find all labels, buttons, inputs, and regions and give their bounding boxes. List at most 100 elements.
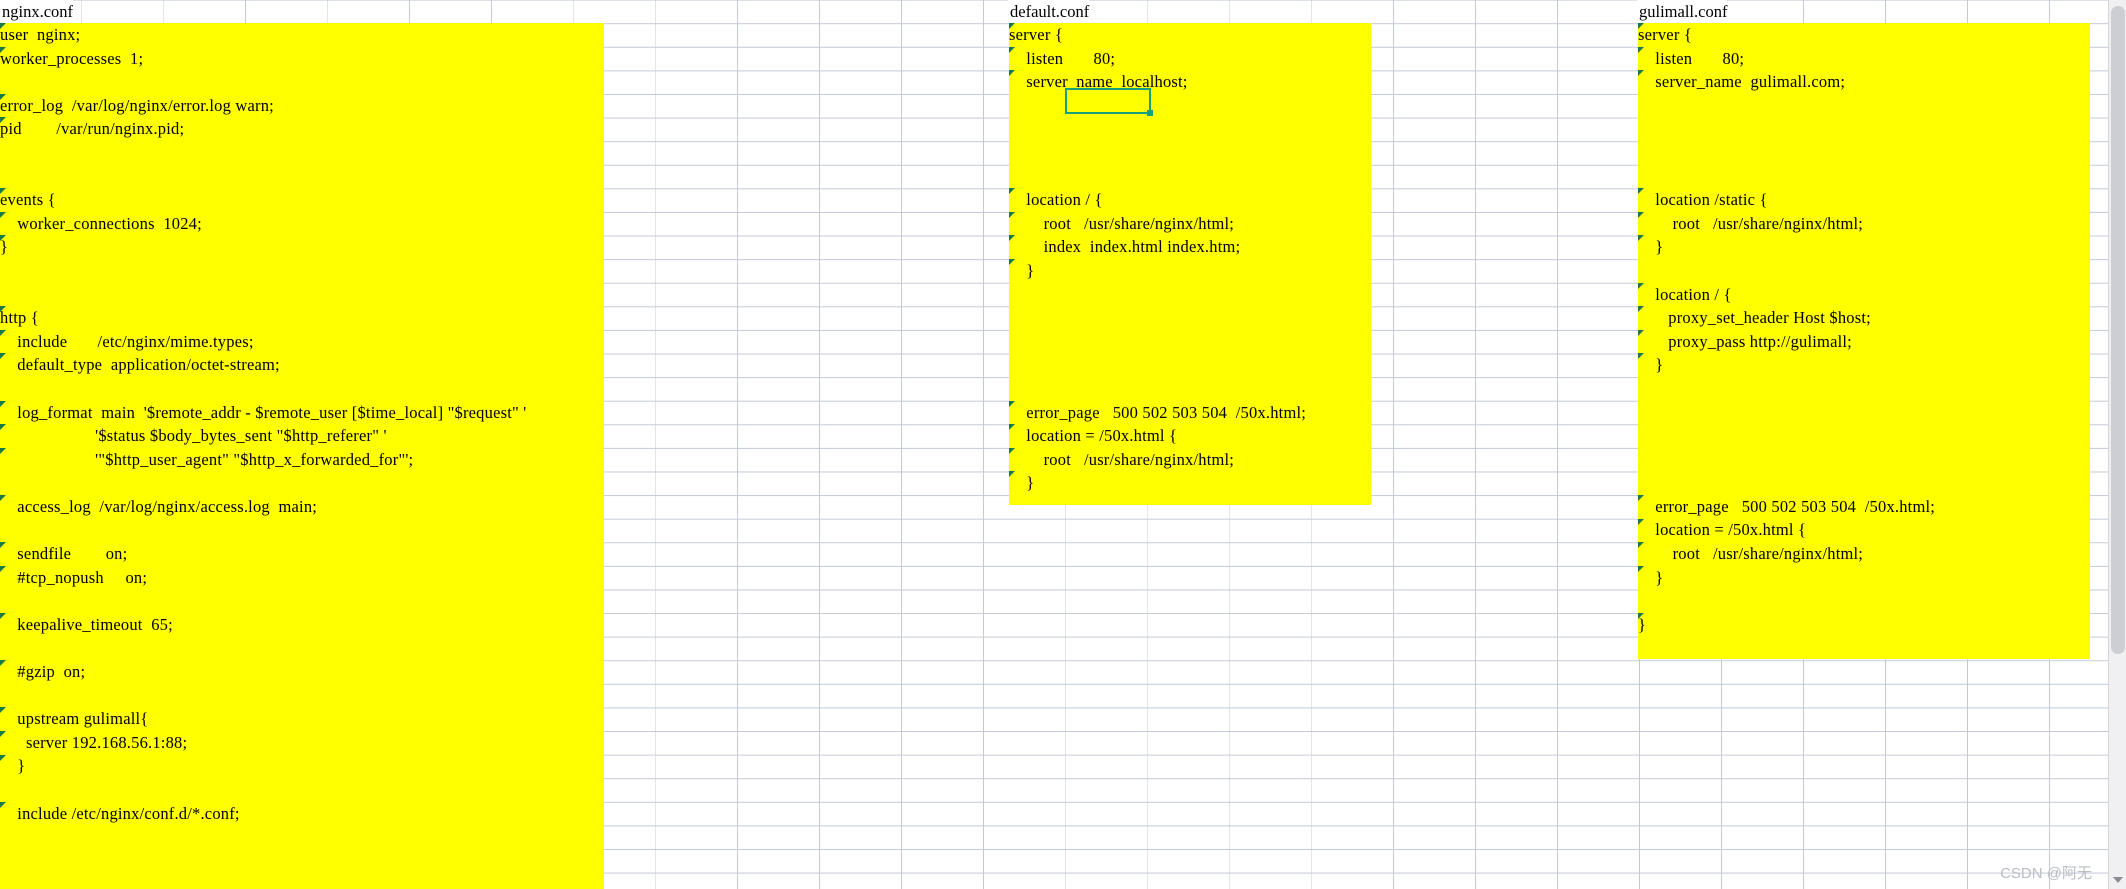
cell-error-indicator-icon <box>1009 259 1015 265</box>
cell-error-indicator-icon <box>0 542 6 549</box>
config-line: server { <box>1009 25 1063 44</box>
config-line: '"$http_user_agent" "$http_x_forwarded_f… <box>0 449 414 469</box>
config-line: error_page 500 502 503 504 /50x.html; <box>1638 496 1936 516</box>
config-line: #gzip on; <box>0 662 86 682</box>
chevron-down-icon[interactable] <box>2113 877 2123 883</box>
config-line: include /etc/nginx/conf.d/*.conf; <box>0 803 240 823</box>
cell-error-indicator-icon <box>0 329 6 336</box>
config-line <box>1638 471 2090 495</box>
config-line <box>1638 141 2090 165</box>
cell-error-indicator-icon <box>0 235 6 242</box>
cell-error-indicator-icon <box>0 565 6 572</box>
spreadsheet-canvas[interactable]: nginx.conf default.conf gulimall.conf us… <box>0 0 2126 889</box>
cell-error-indicator-icon <box>0 754 6 761</box>
config-line: root /usr/share/nginx/html; <box>1638 544 1864 564</box>
config-line <box>0 259 604 283</box>
cell-error-indicator-icon <box>0 353 6 360</box>
config-line: upstream gulimall{ <box>0 709 149 729</box>
selection-fill-handle[interactable] <box>1147 110 1153 116</box>
cell-error-indicator-icon <box>0 211 6 218</box>
config-line: location = /50x.html { <box>1009 426 1178 446</box>
cell-error-indicator-icon <box>0 117 6 124</box>
config-line: } <box>1009 260 1035 280</box>
config-line <box>0 684 604 708</box>
config-line <box>1009 306 1371 330</box>
cell-error-indicator-icon <box>0 731 6 737</box>
config-line <box>1009 165 1371 189</box>
cell-error-indicator-icon <box>0 306 6 313</box>
filename-cell-default-conf[interactable]: default.conf <box>1008 0 1090 23</box>
config-line <box>0 636 604 660</box>
config-line: default_type application/octet-stream; <box>0 355 280 375</box>
cell-selection-box[interactable] <box>1065 88 1153 116</box>
cell-error-indicator-icon <box>1638 542 1644 549</box>
cell-error-indicator-icon <box>1009 188 1015 195</box>
config-line: } <box>1009 473 1035 493</box>
config-line: server { <box>1638 25 1692 44</box>
config-line: http { <box>0 308 39 328</box>
cell-error-indicator-icon <box>1638 188 1644 195</box>
config-line <box>1638 117 2090 141</box>
config-block-default-conf[interactable]: server { listen 80; server_name localhos… <box>1009 23 1371 505</box>
config-line: #tcp_nopush on; <box>0 567 148 587</box>
vertical-scrollbar[interactable] <box>2108 0 2126 889</box>
cell-error-indicator-icon <box>1009 46 1015 53</box>
config-line <box>1009 330 1371 354</box>
config-line: error_page 500 502 503 504 /50x.html; <box>1009 402 1307 422</box>
cell-error-indicator-icon <box>1638 495 1644 501</box>
cell-error-indicator-icon <box>1638 46 1644 53</box>
scrollbar-thumb[interactable] <box>2111 6 2125 654</box>
cell-error-indicator-icon <box>1009 23 1015 29</box>
config-line: } <box>1638 237 1664 257</box>
cell-error-indicator-icon <box>0 46 6 53</box>
config-line: } <box>0 756 26 776</box>
cell-error-indicator-icon <box>1009 400 1015 407</box>
config-line <box>1009 353 1371 377</box>
config-line <box>1638 401 2090 425</box>
config-line <box>1009 283 1371 307</box>
cell-error-indicator-icon <box>0 707 6 714</box>
config-block-nginx-conf[interactable]: user nginx; worker_processes 1; error_log… <box>0 23 604 889</box>
filename-cell-nginx-conf[interactable]: nginx.conf <box>0 0 74 23</box>
config-line <box>1009 94 1371 118</box>
cell-error-indicator-icon <box>1638 565 1644 572</box>
config-line: events { <box>0 190 56 210</box>
config-line: log_format main '$remote_addr - $remote_… <box>0 402 527 422</box>
config-line: location /static { <box>1638 190 1768 210</box>
config-line <box>1638 165 2090 189</box>
config-line <box>1638 424 2090 448</box>
cell-error-indicator-icon <box>0 613 6 619</box>
config-line: include /etc/nginx/mime.types; <box>0 331 254 351</box>
cell-error-indicator-icon <box>1009 447 1015 454</box>
config-line: '$status $body_bytes_sent "$http_referer… <box>0 426 387 446</box>
config-line <box>1638 259 2090 283</box>
config-line: user nginx; <box>0 25 81 44</box>
config-line: server_name localhost; <box>1009 72 1188 92</box>
config-line: server_name gulimall.com; <box>1638 72 1846 92</box>
config-line: } <box>1638 614 1647 634</box>
config-line <box>0 141 604 165</box>
config-line: index index.html index.htm; <box>1009 237 1241 257</box>
csdn-watermark: CSDN @阿无 <box>2000 865 2092 882</box>
filename-cell-gulimall-conf[interactable]: gulimall.conf <box>1637 0 1728 23</box>
cell-error-indicator-icon <box>1638 23 1644 29</box>
config-line <box>0 70 604 94</box>
cell-error-indicator-icon <box>1009 70 1015 77</box>
config-line <box>1638 448 2090 472</box>
cell-error-indicator-icon <box>0 660 6 667</box>
cell-error-indicator-icon <box>0 801 6 808</box>
cell-error-indicator-icon <box>0 93 6 100</box>
cell-error-indicator-icon <box>0 23 6 29</box>
cell-error-indicator-icon <box>1009 211 1015 218</box>
cell-error-indicator-icon <box>1638 613 1644 619</box>
cell-error-indicator-icon <box>0 424 6 431</box>
cell-error-indicator-icon <box>1009 424 1015 431</box>
config-line: root /usr/share/nginx/html; <box>1638 213 1864 233</box>
config-line: pid /var/run/nginx.pid; <box>0 119 185 139</box>
config-block-gulimall-conf[interactable]: server { listen 80; server_name gulimall… <box>1638 23 2090 659</box>
config-line: } <box>1638 355 1664 375</box>
config-line: worker_processes 1; <box>0 48 144 68</box>
cell-error-indicator-icon <box>1638 282 1644 289</box>
config-line <box>1009 117 1371 141</box>
config-line <box>0 377 604 401</box>
